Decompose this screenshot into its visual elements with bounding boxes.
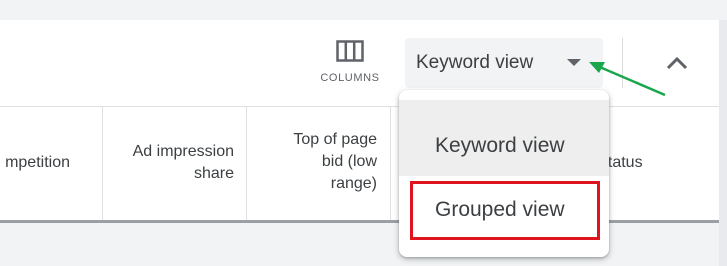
menu-item-keyword-view[interactable]: Keyword view (399, 100, 609, 176)
column-header-label: Top of page bid (low range) (293, 131, 377, 192)
column-header-label: mpetition (5, 154, 70, 171)
page-background (0, 223, 719, 266)
keyword-table-panel: COLUMNS Keyword view mpetition Ad impres… (0, 20, 719, 223)
menu-item-label: Keyword view (435, 134, 565, 157)
column-header-ad-impression-share[interactable]: Ad impression share (103, 107, 247, 220)
view-column-icon (336, 40, 364, 62)
column-header-top-of-page-bid-low[interactable]: Top of page bid (low range) (247, 107, 391, 220)
scroll-gutter (719, 20, 727, 266)
columns-button[interactable]: COLUMNS (315, 34, 385, 98)
annotation-highlight-box (410, 181, 600, 240)
column-header-competition[interactable]: mpetition (0, 107, 103, 220)
table-header-row: mpetition Ad impression share Top of pag… (0, 107, 719, 220)
caret-down-icon (567, 59, 581, 66)
columns-label: COLUMNS (320, 72, 380, 84)
annotation-arrow (589, 62, 666, 97)
view-selector-dropdown[interactable]: Keyword view (405, 38, 603, 88)
top-strip (0, 0, 727, 20)
view-selector-value: Keyword view (416, 52, 534, 73)
column-header-label: Ad impression share (132, 143, 234, 182)
